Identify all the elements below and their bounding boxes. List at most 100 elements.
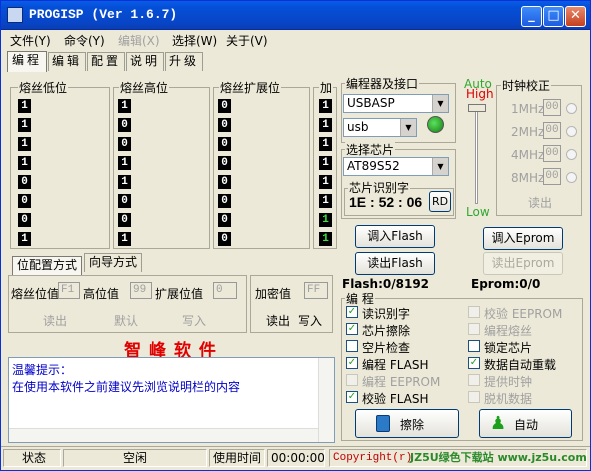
opt-lock-checkbox[interactable] <box>468 340 480 352</box>
fuse-bit[interactable]: 1 <box>18 118 31 132</box>
auto-button[interactable]: ♟ 自动 <box>479 409 572 438</box>
level-high-label: High <box>466 87 494 101</box>
fuse-bit[interactable]: 1 <box>118 175 131 189</box>
opt-verify-flash-checkbox[interactable]: ✓ <box>346 391 358 403</box>
lock-bit[interactable]: 1 <box>319 99 332 113</box>
clock-8mhz-value: 00 <box>543 168 561 185</box>
fuse-high-value: 99 <box>130 282 152 299</box>
fuse-bit[interactable]: 0 <box>18 194 31 208</box>
main-window: PROGISP (Ver 1.6.7) _ □ ✕ 文件(Y) 命令(Y) 编辑… <box>0 0 591 471</box>
lock-bit[interactable]: 1 <box>319 194 332 208</box>
fuse-bit[interactable]: 0 <box>18 213 31 227</box>
fuse-bit[interactable]: 0 <box>218 213 231 227</box>
fuse-low-value-label: 熔丝位值 <box>11 287 60 301</box>
fuse-ext-title: 熔丝扩展位 <box>219 79 282 96</box>
eprom-size: Eprom:0/0 <box>471 277 541 291</box>
fuse-read-button[interactable]: 读出 <box>43 312 67 329</box>
fuse-bit[interactable]: 1 <box>18 99 31 113</box>
fuse-default-button[interactable]: 默认 <box>114 312 138 329</box>
lock-bit[interactable]: 1 <box>319 118 332 132</box>
time-value: 00:00:00 <box>267 449 325 467</box>
fuse-write-button[interactable]: 写入 <box>182 312 206 329</box>
tab-bit-mode[interactable]: 位配置方式 <box>12 256 82 277</box>
lock-bit[interactable]: 1 <box>319 213 332 227</box>
trash-icon <box>376 415 390 432</box>
fuse-bit[interactable]: 1 <box>18 232 31 246</box>
maximize-button[interactable]: □ <box>543 6 564 27</box>
tab-help[interactable]: 说明 <box>126 52 164 71</box>
opt-clock-checkbox[interactable] <box>468 374 480 386</box>
fuse-bit[interactable]: 0 <box>218 118 231 132</box>
tab-program[interactable]: 编程 <box>7 51 47 72</box>
opt-prog-fuse-checkbox[interactable] <box>468 323 480 335</box>
fuse-bit[interactable]: 0 <box>218 156 231 170</box>
chip-select[interactable]: AT89S52 ▼ <box>343 157 449 176</box>
opt-read-id-checkbox[interactable]: ✓ <box>346 306 358 318</box>
auto-button-label: 自动 <box>514 418 539 432</box>
fuse-bit[interactable]: 0 <box>118 137 131 151</box>
erase-button[interactable]: 擦除 <box>355 409 459 438</box>
clock-read-button[interactable]: 读出 <box>528 194 552 211</box>
opt-prog-flash-checkbox[interactable]: ✓ <box>346 357 358 369</box>
title-bar[interactable]: PROGISP (Ver 1.6.7) _ □ ✕ <box>1 1 590 30</box>
tab-edit[interactable]: 编辑 <box>48 52 86 71</box>
chip-group-title: 选择芯片 <box>345 141 396 158</box>
level-slider-thumb[interactable] <box>468 104 486 112</box>
clock-1mhz-radio[interactable] <box>566 103 577 114</box>
tab-upgrade[interactable]: 升级 <box>165 52 203 71</box>
fuse-bit[interactable]: 1 <box>118 99 131 113</box>
opt-erase-label: 芯片擦除 <box>362 324 411 338</box>
encrypt-read-button[interactable]: 读出 <box>266 312 290 329</box>
close-button[interactable]: ✕ <box>565 6 586 27</box>
opt-prog-eeprom-checkbox[interactable] <box>346 374 358 386</box>
clock-8mhz-radio[interactable] <box>566 172 577 183</box>
fuse-bit[interactable]: 0 <box>118 194 131 208</box>
opt-verify-eeprom-checkbox[interactable] <box>468 306 480 318</box>
fuse-bit[interactable]: 0 <box>218 194 231 208</box>
lock-bit[interactable]: 1 <box>319 175 332 189</box>
lock-bit[interactable]: 1 <box>319 156 332 170</box>
fuse-ext-bits: 0 0 0 0 0 0 0 0 <box>218 99 232 251</box>
opt-read-id-label: 读识别字 <box>362 307 411 321</box>
menu-edit[interactable]: 编辑(X) <box>118 32 160 49</box>
save-eprom-button[interactable]: 读出Eprom <box>483 252 563 275</box>
tips-hscrollbar[interactable] <box>9 428 318 442</box>
fuse-bit[interactable]: 0 <box>18 175 31 189</box>
fuse-bit[interactable]: 1 <box>18 156 31 170</box>
programmer-select[interactable]: USBASP ▼ <box>343 94 449 113</box>
encrypt-write-button[interactable]: 写入 <box>298 312 322 329</box>
fuse-bit[interactable]: 0 <box>218 232 231 246</box>
fuse-bit[interactable]: 1 <box>118 232 131 246</box>
minimize-button[interactable]: _ <box>521 6 542 27</box>
opt-erase-checkbox[interactable]: ✓ <box>346 323 358 335</box>
level-slider-track[interactable] <box>475 104 478 204</box>
tab-config[interactable]: 配置 <box>87 52 125 71</box>
fuse-bit[interactable]: 0 <box>118 213 131 227</box>
fuse-bit[interactable]: 0 <box>218 99 231 113</box>
port-select[interactable]: usb ▼ <box>343 118 417 137</box>
load-flash-button[interactable]: 调入Flash <box>355 225 435 248</box>
fuse-bit[interactable]: 1 <box>18 137 31 151</box>
menu-about[interactable]: 关于(V) <box>226 32 268 49</box>
lock-bit[interactable]: 1 <box>319 137 332 151</box>
clock-4mhz-radio[interactable] <box>566 149 577 160</box>
menu-file[interactable]: 文件(Y) <box>10 32 51 49</box>
fuse-bit[interactable]: 0 <box>118 118 131 132</box>
lock-bit[interactable]: 1 <box>319 232 332 246</box>
load-eprom-button[interactable]: 调入Eprom <box>483 227 563 250</box>
opt-blank-checkbox[interactable] <box>346 340 358 352</box>
tab-wizard-mode[interactable]: 向导方式 <box>84 253 142 272</box>
opt-reload-checkbox[interactable]: ✓ <box>468 357 480 369</box>
opt-offline-checkbox[interactable] <box>468 391 480 403</box>
tips-scrollbar[interactable] <box>318 358 334 442</box>
fuse-low-value: F1 <box>58 282 80 299</box>
menu-command[interactable]: 命令(Y) <box>64 32 105 49</box>
save-flash-button[interactable]: 读出Flash <box>355 252 435 275</box>
read-id-button[interactable]: RD <box>429 191 451 212</box>
clock-2mhz-radio[interactable] <box>566 126 577 137</box>
fuse-bit[interactable]: 0 <box>218 175 231 189</box>
menu-select[interactable]: 选择(W) <box>172 32 217 49</box>
opt-blank-label: 空片检查 <box>362 341 411 355</box>
fuse-bit[interactable]: 0 <box>218 137 231 151</box>
fuse-bit[interactable]: 1 <box>118 156 131 170</box>
